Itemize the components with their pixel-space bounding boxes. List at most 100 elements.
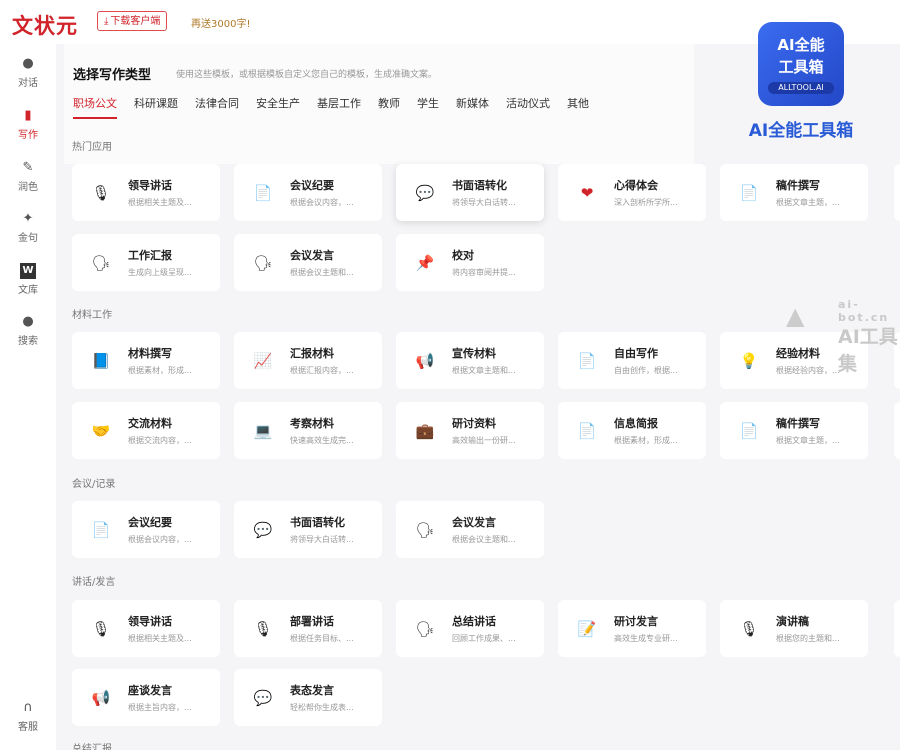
card-info-brief[interactable]: 📄 信息简报 根据素材，形成... (558, 402, 706, 459)
heart-icon: ❤ (580, 184, 594, 202)
sidebar-label: 客服 (18, 722, 38, 733)
card-free-writing[interactable]: 📄 自由写作 自由创作，根据... (558, 332, 706, 389)
document-icon: 📄 (739, 184, 759, 202)
card-report-material[interactable]: 📈 汇报材料 根据汇报内容，... (234, 332, 382, 389)
card-meeting-minutes[interactable]: 📄 会议纪要 根据会议内容，... (234, 164, 382, 221)
download-client-button[interactable]: ⤓ 下载客户端 (97, 11, 168, 31)
ad-line1: AI全能 (777, 36, 825, 54)
tab-legal[interactable]: 法律合同 (195, 95, 239, 119)
card-name: 考察材料 (290, 417, 334, 430)
card-name: 自由写作 (614, 347, 658, 360)
gift-promo[interactable]: 再送3000字! (191, 15, 250, 30)
ad-caption: AI全能工具箱 (748, 121, 854, 141)
section-title-speech: 讲话/发言 (72, 577, 116, 588)
category-tabs: 职场公文 科研课题 法律合同 安全生产 基层工作 教师 学生 新媒体 活动仪式 … (73, 95, 606, 119)
polish-icon: ✎ (22, 160, 34, 175)
page-title: 选择写作类型 (73, 68, 152, 83)
card-proofread[interactable]: 📌 校对 将内容审阅并提... (396, 234, 544, 291)
card-manuscript-2[interactable]: 📄 稿件撰写 根据文章主题，... (720, 402, 868, 459)
card-name: 领导讲话 (128, 615, 172, 628)
write-icon: ▮ (24, 108, 32, 123)
watermark-logo-icon: ▲ (786, 302, 805, 330)
card-forum-speech[interactable]: 📢 座谈发言 根据主旨内容，... (72, 669, 220, 726)
card-deployment-speech[interactable]: 🎙 部署讲话 根据任务目标、... (234, 600, 382, 657)
section-title-summary: 总结汇报 (72, 744, 112, 750)
sidebar: ● 对话 ▮ 写作 ✎ 润色 ✦ 金句 W 文库 ● 搜索 ∩ 客服 (0, 44, 56, 750)
speaking-head-icon: 🗣 (253, 254, 273, 272)
card-seminar-material[interactable]: 💼 研讨资料 高效输出一份研... (396, 402, 544, 459)
card-name: 座谈发言 (128, 684, 172, 697)
card-seminar-speech[interactable]: 📝 研讨发言 高效生成专业研... (558, 600, 706, 657)
tab-student[interactable]: 学生 (417, 95, 439, 119)
sidebar-label: 润色 (18, 182, 38, 193)
card-desc: 回顾工作成果、... (452, 634, 516, 643)
sidebar-item-service[interactable]: ∩ 客服 (0, 700, 56, 733)
alltool-ad[interactable]: AI全能 工具箱 ALLTOOL.AI AI全能工具箱 (728, 22, 874, 141)
sidebar-item-quotes[interactable]: ✦ 金句 (0, 211, 56, 244)
card-name: 会议发言 (290, 249, 334, 262)
sidebar-item-chat[interactable]: ● 对话 (0, 56, 56, 89)
card-speech-draft[interactable]: 🎙 演讲稿 根据您的主题和... (720, 600, 868, 657)
card-edge (894, 164, 900, 221)
card-reflections[interactable]: ❤ 心得体会 深入剖析所学所... (558, 164, 706, 221)
card-inspection-material[interactable]: 💻 考察材料 快速高效生成完... (234, 402, 382, 459)
headset-icon: ∩ (23, 700, 33, 715)
card-name: 研讨发言 (614, 615, 658, 628)
card-name: 会议纪要 (128, 516, 172, 529)
laptop-person-icon: 💻 (253, 422, 273, 440)
microphone-icon: 🎙 (91, 184, 111, 202)
document-icon: 📄 (577, 352, 597, 370)
tab-safety[interactable]: 安全生产 (256, 95, 300, 119)
card-statement-speech[interactable]: 💬 表态发言 轻松帮你生成表... (234, 669, 382, 726)
watermark-line1: ai-bot.cn (838, 298, 890, 324)
tab-other[interactable]: 其他 (567, 95, 589, 119)
document-icon: 📄 (91, 521, 111, 539)
card-leader-speech-2[interactable]: 🎙 领导讲话 根据相关主题及... (72, 600, 220, 657)
card-written-conversion[interactable]: 💬 书面语转化 将领导大白话转... (396, 164, 544, 221)
card-written-conversion-2[interactable]: 💬 书面语转化 将领导大白话转... (234, 501, 382, 558)
card-exchange-material[interactable]: 🤝 交流材料 根据交流内容，... (72, 402, 220, 459)
section-title-meeting: 会议/记录 (72, 479, 116, 490)
card-work-report[interactable]: 🗣 工作汇报 生成向上级呈现... (72, 234, 220, 291)
card-desc: 轻松帮你生成表... (290, 703, 354, 712)
sidebar-item-search[interactable]: ● 搜索 (0, 314, 56, 347)
tab-research[interactable]: 科研课题 (134, 95, 178, 119)
megaphone-icon: 📢 (415, 352, 435, 370)
tab-teacher[interactable]: 教师 (378, 95, 400, 119)
card-leader-speech[interactable]: 🎙 领导讲话 根据相关主题及... (72, 164, 220, 221)
page-subtitle: 使用这些模板，或根据模板自定义您自己的模板，生成准确文案。 (176, 70, 438, 80)
ad-line2: 工具箱 (778, 58, 824, 76)
download-icon: ⤓ (104, 16, 109, 27)
app-logo[interactable]: 文状元 (12, 10, 78, 40)
tab-grassroots[interactable]: 基层工作 (317, 95, 361, 119)
card-material-writing[interactable]: 📘 材料撰写 根据素材，形成... (72, 332, 220, 389)
card-desc: 深入剖析所学所... (614, 198, 678, 207)
speech-bubble-icon: 💬 (415, 184, 435, 202)
microphone-icon: 🎙 (253, 620, 273, 638)
sidebar-item-polish[interactable]: ✎ 润色 (0, 160, 56, 193)
sidebar-item-library[interactable]: W 文库 (0, 263, 56, 296)
card-name: 汇报材料 (290, 347, 334, 360)
card-desc: 根据相关主题及... (128, 198, 192, 207)
card-name: 总结讲话 (452, 615, 496, 628)
card-meeting-speech[interactable]: 🗣 会议发言 根据会议主题和... (234, 234, 382, 291)
card-edge (894, 600, 900, 657)
card-summary-speech[interactable]: 🗣 总结讲话 回顾工作成果、... (396, 600, 544, 657)
card-manuscript[interactable]: 📄 稿件撰写 根据文章主题，... (720, 164, 868, 221)
card-meeting-speech-2[interactable]: 🗣 会议发言 根据会议主题和... (396, 501, 544, 558)
sidebar-item-write[interactable]: ▮ 写作 (0, 108, 56, 141)
card-name: 会议发言 (452, 516, 496, 529)
card-meeting-minutes-2[interactable]: 📄 会议纪要根据会议内容，... (72, 501, 220, 558)
tab-new-media[interactable]: 新媒体 (456, 95, 489, 119)
card-desc: 根据素材，形成... (128, 366, 192, 375)
card-name: 交流材料 (128, 417, 172, 430)
card-name: 演讲稿 (776, 615, 809, 628)
card-desc: 根据会议内容，... (128, 535, 192, 544)
card-publicity-material[interactable]: 📢 宣传材料 根据文章主题和... (396, 332, 544, 389)
tab-workplace[interactable]: 职场公文 (73, 95, 117, 119)
tab-ceremony[interactable]: 活动仪式 (506, 95, 550, 119)
card-name: 表态发言 (290, 684, 334, 697)
library-icon: W (20, 263, 36, 279)
card-name: 工作汇报 (128, 249, 172, 262)
card-name: 稿件撰写 (776, 417, 820, 430)
